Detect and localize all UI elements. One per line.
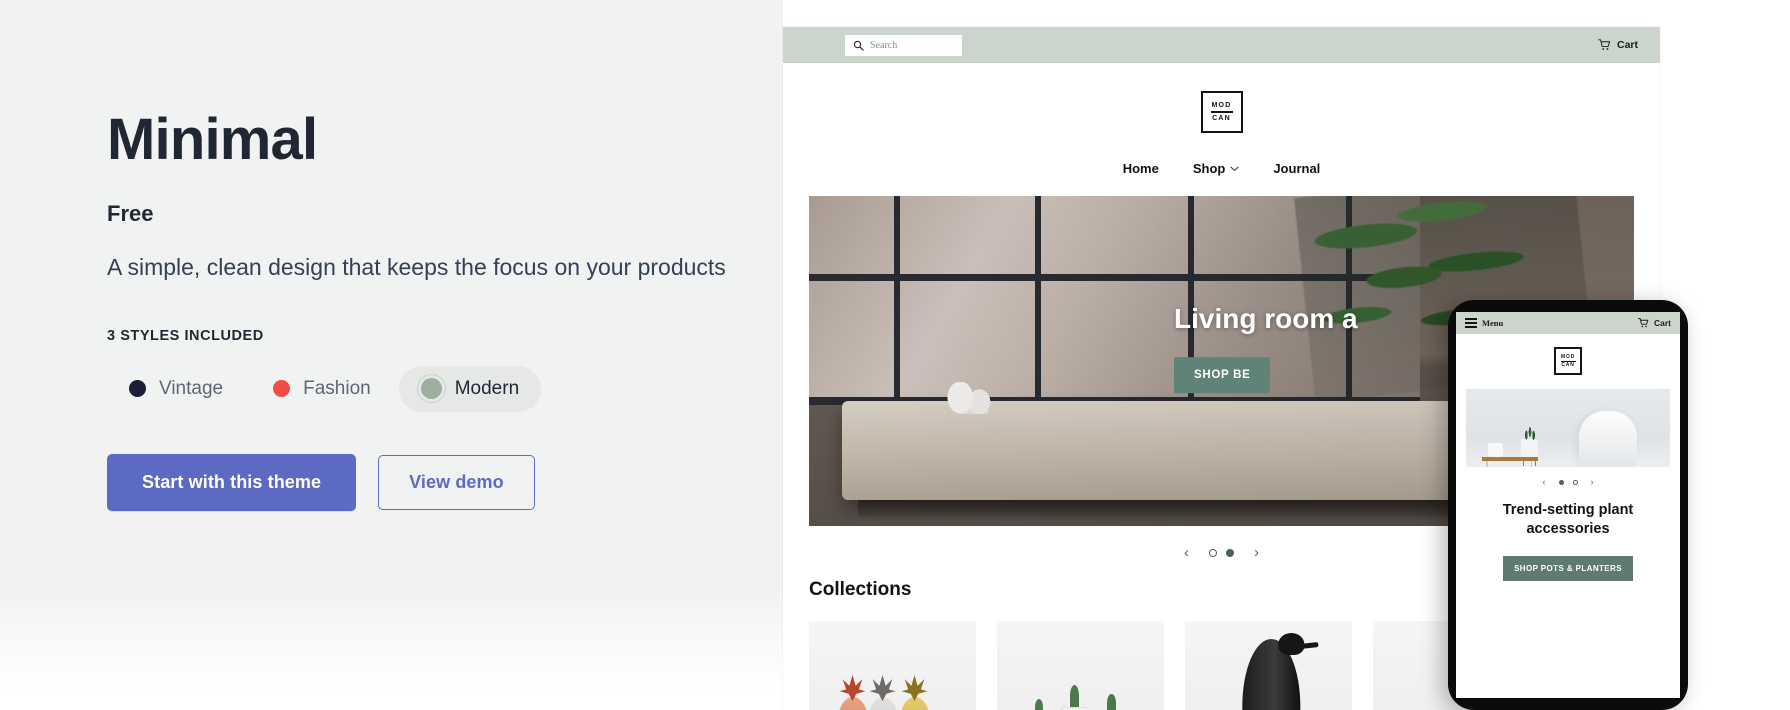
- pineapples-image: [837, 661, 948, 710]
- mobile-menu-label: Menu: [1482, 318, 1504, 328]
- mobile-carousel-dot-1[interactable]: [1558, 479, 1564, 485]
- logo-line-1: MOD: [1211, 101, 1232, 109]
- mobile-menu-button[interactable]: Menu: [1465, 318, 1503, 328]
- style-selector: Vintage Fashion Modern: [107, 365, 747, 412]
- bird-figurine-image: [1241, 633, 1304, 710]
- nav-item-home[interactable]: Home: [1123, 161, 1159, 176]
- theme-price: Free: [107, 200, 154, 226]
- mobile-carousel-prev-button[interactable]: ‹: [1543, 477, 1546, 487]
- start-with-theme-button[interactable]: Start with this theme: [107, 453, 357, 511]
- style-chip-vintage[interactable]: Vintage: [107, 366, 245, 412]
- mobile-carousel-dot-2[interactable]: [1572, 479, 1578, 485]
- theme-info-panel: Minimal Free A simple, clean design that…: [0, 0, 783, 710]
- mobile-store-logo[interactable]: MOD CAN: [1554, 347, 1582, 375]
- planters-image: [1021, 665, 1141, 710]
- store-topbar: Search Cart: [783, 27, 1660, 63]
- style-swatch-fashion: [273, 380, 291, 398]
- styles-count-label: 3 STYLES INCLUDED: [107, 327, 264, 344]
- mobile-logo-line-1: MOD: [1560, 353, 1576, 360]
- style-swatch-vintage: [129, 380, 146, 398]
- collection-card-planters[interactable]: [997, 621, 1164, 710]
- carousel-dot-2[interactable]: [1226, 548, 1234, 557]
- nav-label-home: Home: [1122, 161, 1159, 176]
- search-placeholder: Search: [870, 39, 898, 51]
- theme-detail-page: Minimal Free A simple, clean design that…: [0, 0, 1790, 710]
- page-title: Minimal: [107, 107, 318, 172]
- search-input[interactable]: Search: [845, 34, 962, 56]
- theme-description: A simple, clean design that keeps the fo…: [107, 253, 726, 280]
- carousel-dots: [1209, 548, 1234, 557]
- chevron-down-icon: [1230, 166, 1239, 171]
- logo-line-2: CAN: [1212, 115, 1231, 123]
- hero-cta-button[interactable]: SHOP BE: [1174, 357, 1271, 394]
- store-logo[interactable]: MOD CAN: [1200, 91, 1243, 133]
- mobile-carousel-dots: [1558, 479, 1578, 485]
- style-chip-modern[interactable]: Modern: [398, 365, 542, 412]
- mobile-topbar: Menu Cart: [1456, 312, 1680, 334]
- store-navigation: Home Shop Journal: [783, 161, 1660, 196]
- mobile-logo-line-2: CAN: [1561, 361, 1575, 368]
- nav-label-journal: Journal: [1273, 161, 1321, 176]
- hamburger-icon: [1465, 318, 1477, 328]
- nav-label-shop: Shop: [1192, 161, 1226, 176]
- style-label-vintage: Vintage: [159, 377, 224, 399]
- cart-icon: [1638, 318, 1649, 328]
- carousel-dot-1[interactable]: [1209, 548, 1217, 557]
- mobile-carousel-controls: ‹ ›: [1456, 477, 1680, 487]
- mobile-cart-button[interactable]: Cart: [1638, 318, 1671, 328]
- collection-card-pineapples[interactable]: [809, 621, 976, 710]
- search-icon: [853, 40, 864, 51]
- cart-button[interactable]: Cart: [1598, 39, 1638, 51]
- carousel-next-button[interactable]: ›: [1254, 544, 1259, 561]
- mobile-hero-image[interactable]: [1466, 389, 1670, 467]
- mobile-hero-heading: Trend-setting plant accessories: [1502, 502, 1634, 537]
- style-label-modern: Modern: [454, 377, 520, 399]
- mobile-cta-button[interactable]: SHOP POTS & PLANTERS: [1503, 556, 1633, 582]
- mobile-preview[interactable]: Menu Cart MOD CAN ‹ › Trend-setting plan…: [1448, 300, 1688, 710]
- nav-item-shop[interactable]: Shop: [1193, 161, 1240, 176]
- collection-card-bird[interactable]: [1185, 621, 1352, 710]
- style-swatch-modern: [420, 378, 442, 400]
- cart-icon: [1598, 39, 1611, 50]
- style-chip-fashion[interactable]: Fashion: [251, 366, 393, 412]
- cart-label: Cart: [1616, 39, 1638, 51]
- action-buttons: Start with this theme View demo: [107, 453, 747, 511]
- logo-divider: [1210, 111, 1233, 113]
- carousel-prev-button[interactable]: ‹: [1184, 544, 1189, 561]
- mobile-screen: Menu Cart MOD CAN ‹ › Trend-setting plan…: [1456, 312, 1680, 698]
- style-label-fashion: Fashion: [303, 377, 371, 399]
- nav-item-journal[interactable]: Journal: [1273, 161, 1320, 176]
- mobile-cart-label: Cart: [1653, 318, 1671, 328]
- view-demo-button[interactable]: View demo: [378, 454, 535, 510]
- store-header: MOD CAN Home Shop Journal: [783, 63, 1660, 196]
- mobile-carousel-next-button[interactable]: ›: [1591, 477, 1594, 487]
